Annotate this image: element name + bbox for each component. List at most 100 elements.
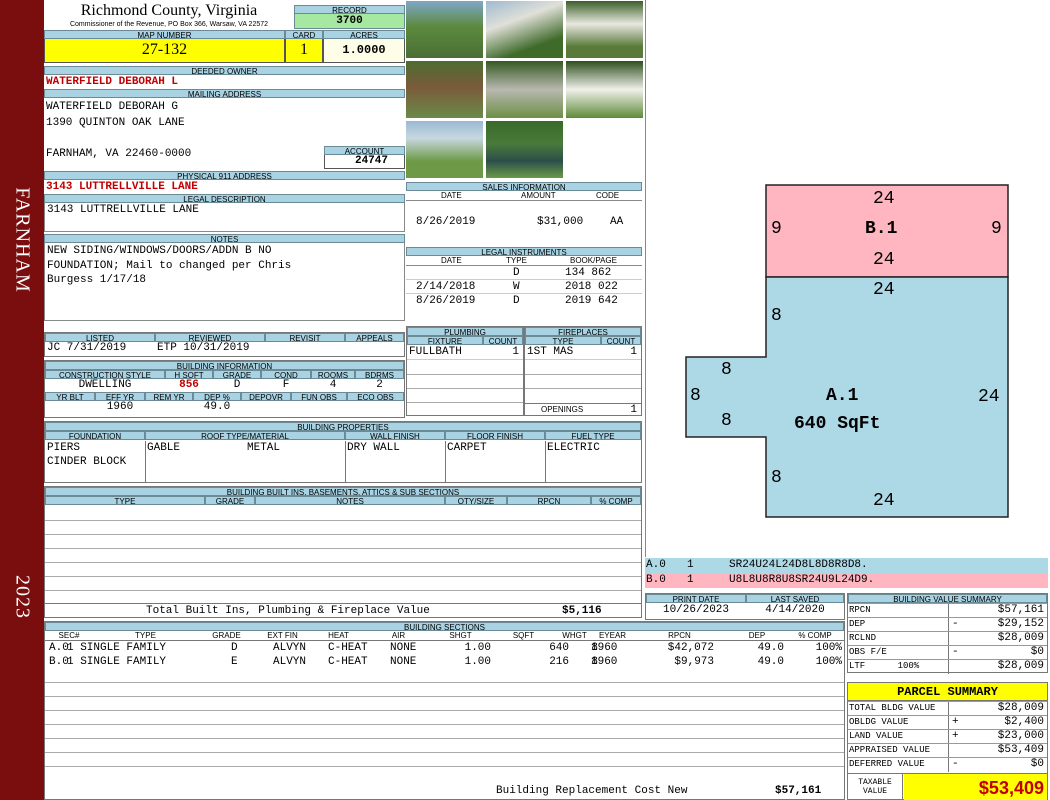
side-year: 2023 (11, 575, 34, 619)
summary-value: $57,161 (997, 604, 1044, 616)
a-dim-top: 24 (873, 280, 895, 300)
summary-divider (948, 758, 949, 772)
section-col-header: SHGT (449, 631, 472, 640)
summary-key: APPRAISED VALUE (849, 745, 931, 755)
section-col-header: WHGT (562, 631, 587, 640)
section-col-header: EYEAR (598, 631, 627, 640)
h-roof: ROOF TYPE/MATERIAL (145, 431, 345, 440)
rooms-value: 4 (329, 379, 337, 391)
roof-type: GABLE (147, 442, 181, 454)
map-number: 27-132 (44, 39, 285, 63)
acres-value: 1.0000 (323, 39, 405, 63)
section-cell: C-HEAT (328, 642, 368, 654)
account-label: ACCOUNT (324, 146, 405, 155)
summary-value: $28,009 (997, 702, 1044, 714)
summary-row: TOTAL BLDG VALUE $28,009 (848, 701, 1047, 716)
section-col-header: % COMP (798, 631, 832, 640)
b-dim-top: 24 (873, 189, 895, 209)
summary-divider (948, 618, 949, 632)
summary-row: RPCN $57,161 (848, 603, 1047, 618)
a-section-label: A.1 (826, 386, 859, 406)
notes-label: NOTES (44, 234, 405, 243)
owner-section: DEEDED OWNER WATERFIELD DEBORAH L MAILIN… (44, 66, 405, 98)
section-cell: 216 (549, 656, 569, 668)
builtins-total-label: Total Built Ins, Plumbing & Fireplace Va… (146, 605, 430, 617)
last-saved-label: LAST SAVED (746, 594, 844, 603)
sales-title: SALES INFORMATION (406, 182, 642, 191)
summary-value: $23,000 (997, 730, 1044, 742)
li-book: 2018 022 (565, 281, 618, 293)
summary-value: $2,400 (1004, 716, 1044, 728)
property-photo (405, 60, 484, 119)
summary-row: LAND VALUE + $23,000 (848, 729, 1047, 744)
account-box: ACCOUNT 24747 (324, 146, 405, 169)
fireplaces-section: FIREPLACES TYPE COUNT 1ST MAS 1 OPENINGS 1 (524, 326, 642, 416)
mail-line (46, 131, 324, 147)
deeded-owner: WATERFIELD DEBORAH L (46, 76, 179, 88)
legal-desc-label: LEGAL DESCRIPTION (44, 194, 405, 203)
section-col-header: RPCN (668, 631, 691, 640)
foundation-1: PIERS (47, 442, 81, 454)
building-value-summary: BUILDING VALUE SUMMARY RPCN $57,161 DEP - $2… (847, 593, 1048, 674)
summary-divider (948, 744, 949, 758)
hsqft-value: 856 (179, 379, 199, 391)
h-fixture: FIXTURE (407, 336, 483, 345)
property-photo (405, 0, 484, 59)
summary-key: RCLND (849, 633, 877, 643)
appeals-label: APPEALS (345, 333, 404, 342)
a-section-area: 640 SqFt (794, 414, 881, 434)
li-type: D (513, 267, 520, 279)
summary-key: DEP (849, 619, 866, 629)
map-row: MAP NUMBER 27-132 CARD 1 ACRES 1.0000 (44, 30, 405, 64)
li-h-date: DATE (441, 256, 462, 265)
county-title: Richmond County, Virginia (80, 2, 258, 19)
sketch-svg (685, 184, 1009, 518)
section-cell: 49.0 (757, 642, 784, 654)
deeded-label: DEEDED OWNER (44, 66, 405, 75)
bvs-title: BUILDING VALUE SUMMARY (848, 594, 1047, 603)
li-date: 8/26/2019 (416, 295, 476, 307)
h-fcount: COUNT (601, 336, 641, 345)
reviewed-value: ETP 10/31/2019 (157, 342, 250, 354)
li-date: 2/14/2018 (416, 281, 476, 293)
fixture-count: 1 (512, 346, 519, 358)
summary-key: LTF 100% (849, 661, 920, 671)
print-date: 10/26/2023 (662, 604, 729, 616)
b-dim-right: 9 (991, 219, 1002, 239)
mailing-address: WATERFIELD DEBORAH G 1390 QUINTON OAK LA… (44, 100, 324, 170)
notes-box: NEW SIDING/WINDOWS/DOORS/ADDN B NO FOUND… (44, 243, 405, 321)
mail-line: WATERFIELD DEBORAH G (46, 101, 179, 113)
summary-row: OBLDG VALUE + $2,400 (848, 715, 1047, 730)
a-dim-bottom: 24 (873, 491, 895, 511)
property-photo (565, 0, 644, 59)
legend-sec: B.0 (646, 574, 666, 586)
property-photos (405, 0, 645, 180)
sales-h-date: DATE (441, 191, 462, 200)
section-col-header: TYPE (135, 631, 156, 640)
h-bi-grade: GRADE (205, 496, 255, 505)
h-bi-rpcn: RPCN (507, 496, 591, 505)
section-cell: NONE (390, 656, 417, 668)
roof-material: METAL (247, 442, 281, 454)
listed-label: LISTED (45, 333, 155, 342)
office-address: Commissioner of the Revenue, PO Box 366,… (69, 21, 269, 28)
building-info-title: BUILDING INFORMATION (45, 361, 404, 370)
section-cell: 49.0 (757, 656, 784, 668)
taxable-label: TAXABLE VALUE (848, 774, 903, 800)
print-date-label: PRINT DATE (646, 594, 746, 603)
summary-value: $53,409 (997, 744, 1044, 756)
b-dim-bottom: 24 (873, 250, 895, 270)
reviewed-label: REVIEWED (155, 333, 265, 342)
property-photo (565, 60, 644, 119)
side-banner: FARNHAM 2023 (0, 0, 44, 800)
h-bi-type: TYPE (45, 496, 205, 505)
builtins-title: BUILDING BUILT INS, BASEMENTS, ATTICS & … (45, 487, 641, 496)
sales-h-amount: AMOUNT (521, 191, 556, 200)
parcel-summary: PARCEL SUMMARY TOTAL BLDG VALUE $28,009 OB… (847, 682, 1048, 800)
b-dim-left: 9 (771, 219, 782, 239)
summary-value: $29,152 (997, 618, 1044, 630)
h-ecoobs: ECO OBS (347, 392, 404, 401)
h-bi-comp: % COMP (591, 496, 641, 505)
bdrms-value: 2 (376, 379, 383, 391)
physical-address-section: PHYSICAL 911 ADDRESS 3143 LUTTRELLVILLE … (44, 171, 405, 321)
